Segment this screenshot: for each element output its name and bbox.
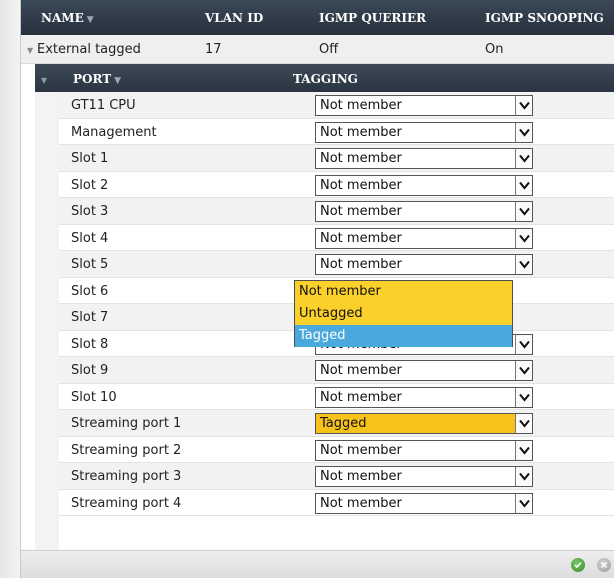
dropdown-option[interactable]: Tagged: [295, 325, 512, 347]
port-row: Slot 5 Not member: [59, 251, 614, 278]
port-row: Slot 3 Not member: [59, 198, 614, 225]
tagging-select-value: Not member: [320, 257, 402, 272]
collapse-triangle-icon[interactable]: ▼: [41, 75, 47, 85]
column-header-port[interactable]: PORT ▼: [73, 72, 121, 86]
port-name: Streaming port 1: [71, 416, 182, 431]
dropdown-option[interactable]: Untagged: [295, 303, 512, 325]
chevron-down-icon[interactable]: [515, 122, 532, 142]
tagging-select[interactable]: Not member: [315, 439, 533, 461]
port-row: Slot 9 Not member: [59, 357, 614, 384]
table-header: NAME ▼ VLAN ID IGMP QUERIER IGMP SNOOPING: [21, 0, 614, 35]
port-name: Slot 7: [71, 310, 109, 325]
port-name: GT11 CPU: [71, 98, 136, 113]
port-name: Management: [71, 124, 157, 140]
tagging-select[interactable]: Not member: [315, 148, 533, 169]
tagging-select-value: Not member: [320, 124, 402, 140]
tagging-select[interactable]: Not member: [315, 492, 533, 514]
port-row: Slot 10 Not member: [59, 383, 614, 410]
port-name: Slot 8: [71, 336, 109, 352]
port-name: Slot 2: [71, 177, 109, 193]
chevron-down-icon[interactable]: [515, 96, 532, 115]
port-name: Streaming port 3: [71, 469, 182, 484]
tagging-select[interactable]: Not member: [315, 121, 533, 143]
chevron-down-icon[interactable]: [515, 387, 532, 407]
tagging-select-value: Not member: [320, 151, 402, 166]
tagging-select[interactable]: Not member: [315, 227, 533, 249]
chevron-down-icon[interactable]: [515, 334, 532, 354]
tagging-select-value: Not member: [320, 230, 402, 246]
port-row: Slot 2 Not member: [59, 171, 614, 198]
chevron-down-icon[interactable]: [515, 255, 532, 274]
tagging-dropdown-list: Not member Untagged Tagged: [294, 280, 513, 347]
tagging-select[interactable]: Not member: [315, 466, 533, 487]
tagging-select-value: Not member: [320, 469, 402, 484]
vlan-row[interactable]: ▼ External tagged 17 Off On: [21, 35, 614, 64]
tagging-select[interactable]: Not member: [315, 360, 533, 381]
tagging-select[interactable]: Not member: [315, 174, 533, 196]
tagging-select-value: Not member: [320, 177, 402, 193]
tree-gutter: [35, 92, 59, 550]
port-name: Streaming port 4: [71, 495, 182, 511]
port-name: Slot 5: [71, 257, 109, 272]
port-row: Streaming port 4 Not member: [59, 489, 614, 516]
column-header-igmp-querier[interactable]: IGMP QUERIER: [319, 11, 426, 25]
column-header-vlan-id[interactable]: VLAN ID: [205, 11, 263, 25]
sort-arrow-icon: ▼: [86, 15, 94, 25]
port-name: Slot 1: [71, 151, 109, 166]
chevron-down-icon[interactable]: [515, 361, 532, 380]
vlan-id-value: 17: [205, 42, 222, 57]
port-row: GT11 CPU Not member: [59, 92, 614, 119]
chevron-down-icon[interactable]: [515, 467, 532, 486]
port-row: Streaming port 1 Tagged: [59, 410, 614, 437]
column-header-tagging[interactable]: TAGGING: [293, 72, 358, 86]
tagging-select-value: Not member: [320, 389, 402, 405]
port-name: Slot 6: [71, 283, 109, 299]
tagging-select-value: Tagged: [320, 416, 367, 431]
tagging-select[interactable]: Not member: [315, 386, 533, 408]
column-header-name[interactable]: NAME ▼: [41, 11, 94, 25]
tagging-select-value: Not member: [320, 495, 402, 511]
close-circle-icon[interactable]: [597, 558, 611, 572]
port-row: Slot 1 Not member: [59, 145, 614, 172]
tagging-select-value: Not member: [320, 98, 402, 113]
tagging-select[interactable]: Tagged: [315, 413, 533, 434]
igmp-querier-value: Off: [319, 42, 339, 57]
panel-footer: [21, 550, 614, 578]
port-name: Slot 10: [71, 389, 117, 405]
port-name: Slot 3: [71, 204, 109, 219]
tagging-select-value: Not member: [320, 442, 402, 458]
dropdown-option[interactable]: Not member: [295, 281, 512, 303]
tagging-select[interactable]: Not member: [315, 254, 533, 275]
port-name: Slot 9: [71, 363, 109, 378]
port-row: Management Not member: [59, 118, 614, 145]
tagging-select[interactable]: Not member: [315, 201, 533, 222]
port-name: Streaming port 2: [71, 442, 182, 458]
port-name: Slot 4: [71, 230, 109, 246]
chevron-down-icon[interactable]: [515, 175, 532, 195]
tagging-select-value: Not member: [320, 363, 402, 378]
igmp-snooping-value: On: [485, 42, 504, 57]
port-row: Slot 4 Not member: [59, 224, 614, 251]
tagging-select-value: Not member: [320, 204, 402, 219]
check-circle-icon[interactable]: [571, 558, 585, 572]
vlan-name: External tagged: [37, 42, 141, 57]
chevron-down-icon[interactable]: [515, 228, 532, 248]
chevron-down-icon[interactable]: [515, 440, 532, 460]
chevron-down-icon[interactable]: [515, 202, 532, 221]
port-row: Streaming port 2 Not member: [59, 436, 614, 463]
chevron-down-icon[interactable]: [515, 414, 532, 433]
port-row: Streaming port 3 Not member: [59, 463, 614, 490]
sort-arrow-icon: ▼: [114, 76, 122, 86]
port-table-header: ▼ PORT ▼ TAGGING: [35, 64, 614, 92]
tagging-select[interactable]: Not member: [315, 95, 533, 116]
column-header-igmp-snooping[interactable]: IGMP SNOOPING: [485, 11, 604, 25]
chevron-down-icon[interactable]: [515, 149, 532, 168]
collapse-triangle-icon[interactable]: ▼: [27, 46, 33, 55]
chevron-down-icon[interactable]: [515, 493, 532, 513]
